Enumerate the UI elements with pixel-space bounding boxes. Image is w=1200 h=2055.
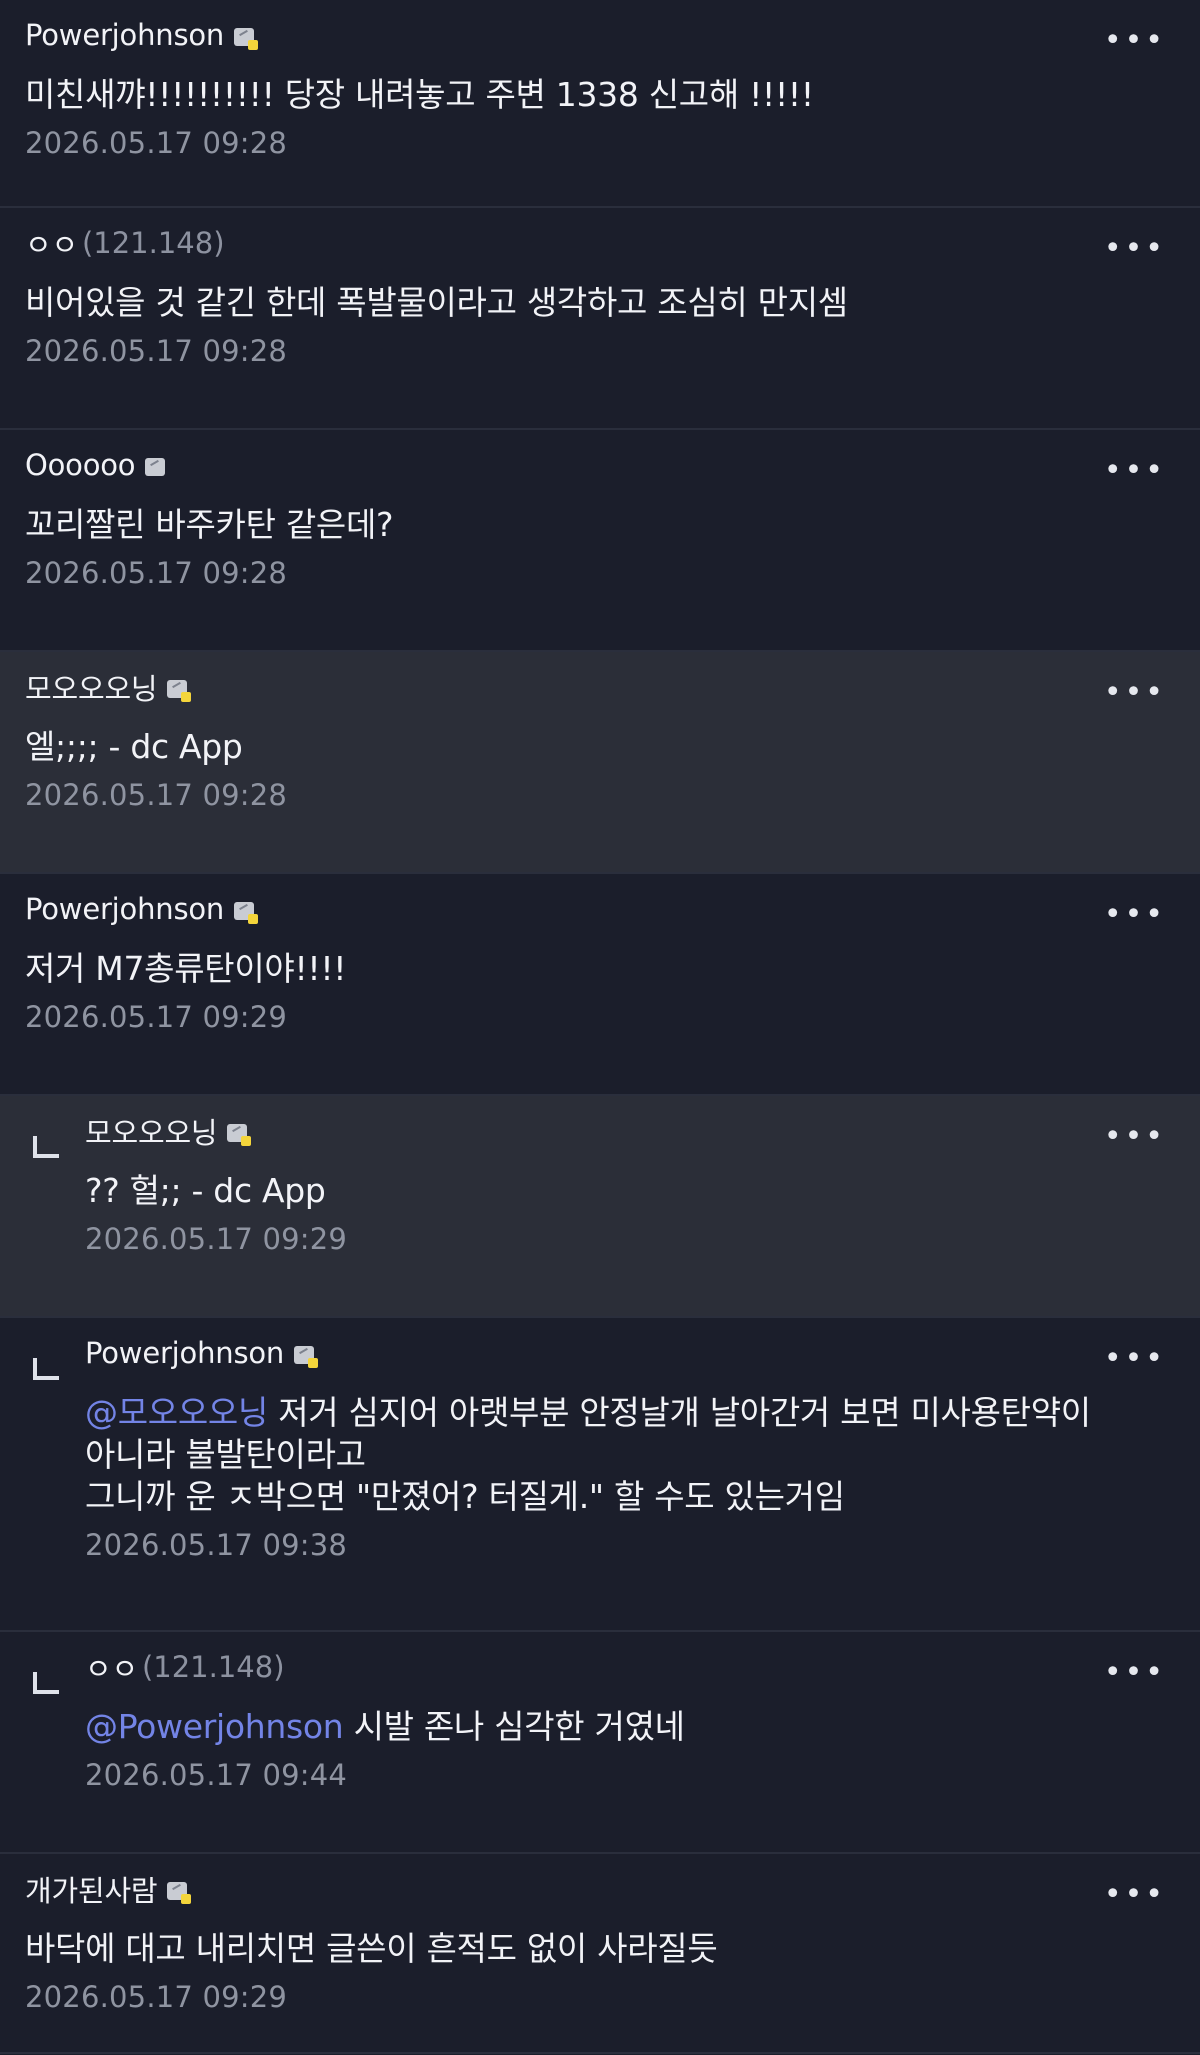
more-dots-icon[interactable]: ••• xyxy=(1104,456,1166,486)
comment-header: Oooooo xyxy=(25,444,1174,486)
nickname[interactable]: 모오오오닝 xyxy=(25,666,158,708)
comment-text: @모오오오닝 저거 심지어 아랫부분 안정날개 날아간거 보면 미사용탄약이 아… xyxy=(85,1392,1174,1518)
timestamp: 2026.05.17 09:29 xyxy=(25,1980,288,2014)
comment: Powerjohnson ••• 미친새꺄!!!!!!!!!! 당장 내려놓고 주변… xyxy=(0,0,1200,208)
gallog-icon-gold[interactable] xyxy=(167,1882,192,1904)
comment: Powerjohnson ••• 저거 M7총류탄이야!!!! 2026.05.17 … xyxy=(0,874,1200,1096)
gallog-icon-gold[interactable] xyxy=(167,680,192,702)
gallog-icon-gold[interactable] xyxy=(234,902,259,924)
comment: 개가된사람 ••• 바닥에 대고 내리치면 글쓴이 흔적도 없이 사라질듯 2026.… xyxy=(0,1854,1200,2054)
timestamp: 2026.05.17 09:28 xyxy=(25,778,288,812)
gallog-icon-gold[interactable] xyxy=(227,1124,252,1146)
timestamp: 2026.05.17 09:28 xyxy=(25,556,288,590)
reply-comment: ㅇㅇ (121.148) ••• @Powerjohnson 시발 존나 심각한 거였… xyxy=(0,1632,1200,1854)
timestamp: 2026.05.17 09:29 xyxy=(25,1000,288,1034)
timestamp: 2026.05.17 09:29 xyxy=(85,1222,348,1256)
reply-comment: 모오오오닝 ••• ?? 헐;; - dc App 2026.05.17 09:29 xyxy=(0,1096,1200,1318)
comment-text: @Powerjohnson 시발 존나 심각한 거였네 xyxy=(85,1706,1174,1748)
mention-link[interactable]: @Powerjohnson xyxy=(85,1707,344,1746)
gallog-icon-gold[interactable] xyxy=(294,1346,319,1368)
comment-header: Powerjohnson xyxy=(85,1332,1174,1374)
reply-comment: Powerjohnson ••• @모오오오닝 저거 심지어 아랫부분 안정날개 날… xyxy=(0,1318,1200,1632)
more-dots-icon[interactable]: ••• xyxy=(1104,1658,1166,1688)
comment-header: Powerjohnson xyxy=(25,14,1174,56)
nickname[interactable]: 모오오오닝 xyxy=(85,1110,218,1152)
more-dots-icon[interactable]: ••• xyxy=(1104,678,1166,708)
reply-arrow-icon xyxy=(33,1136,59,1158)
comment-text: 비어있을 것 같긴 한데 폭발물이라고 생각하고 조심히 만지셈 xyxy=(25,283,848,322)
ip-address: (121.148) xyxy=(81,226,225,260)
nickname[interactable]: ㅇㅇ xyxy=(25,222,78,264)
more-dots-icon[interactable]: ••• xyxy=(1104,1880,1166,1910)
nickname[interactable]: Oooooo xyxy=(25,448,136,482)
comment: ㅇㅇ (121.148) ••• 비어있을 것 같긴 한데 폭발물이라고 생각하고 조… xyxy=(0,208,1200,430)
nickname[interactable]: Powerjohnson xyxy=(85,1336,284,1370)
comment-header: 모오오오닝 xyxy=(85,1110,1174,1152)
comment-header: 모오오오닝 xyxy=(25,666,1174,708)
nickname[interactable]: 개가된사람 xyxy=(25,1868,158,1910)
timestamp: 2026.05.17 09:28 xyxy=(25,126,288,160)
comment-header: ㅇㅇ (121.148) xyxy=(85,1646,1174,1688)
more-dots-icon[interactable]: ••• xyxy=(1104,234,1166,264)
comment-text: 미친새꺄!!!!!!!!!! 당장 내려놓고 주변 1338 신고해 !!!!! xyxy=(25,75,814,114)
comment-list: Powerjohnson ••• 미친새꺄!!!!!!!!!! 당장 내려놓고 주변… xyxy=(0,0,1200,2054)
reply-arrow-icon xyxy=(33,1672,59,1694)
ip-address: (121.148) xyxy=(141,1650,285,1684)
more-dots-icon[interactable]: ••• xyxy=(1104,26,1166,56)
comment-header: Powerjohnson xyxy=(25,888,1174,930)
comment-text-content: 시발 존나 심각한 거였네 xyxy=(343,1707,685,1746)
timestamp: 2026.05.17 09:28 xyxy=(25,334,288,368)
comment-text: 꼬리짤린 바주카탄 같은데? xyxy=(25,505,394,544)
nickname[interactable]: Powerjohnson xyxy=(25,18,224,52)
comment-text: 저거 M7총류탄이야!!!! xyxy=(25,949,347,988)
timestamp: 2026.05.17 09:38 xyxy=(85,1528,348,1562)
comment-text: 바닥에 대고 내리치면 글쓴이 흔적도 없이 사라질듯 xyxy=(25,1929,718,1968)
comment-text: 엘;;;; - dc App xyxy=(25,727,243,766)
nickname[interactable]: ㅇㅇ xyxy=(85,1646,138,1688)
comment: Oooooo ••• 꼬리짤린 바주카탄 같은데? 2026.05.17 09:28 xyxy=(0,430,1200,652)
mention-link[interactable]: @모오오오닝 xyxy=(85,1393,268,1432)
comment-header: 개가된사람 xyxy=(25,1868,1174,1910)
more-dots-icon[interactable]: ••• xyxy=(1104,900,1166,930)
more-dots-icon[interactable]: ••• xyxy=(1104,1344,1166,1374)
nickname[interactable]: Powerjohnson xyxy=(25,892,224,926)
timestamp: 2026.05.17 09:44 xyxy=(85,1758,348,1792)
more-dots-icon[interactable]: ••• xyxy=(1104,1122,1166,1152)
gallog-icon[interactable] xyxy=(145,458,166,476)
comment-header: ㅇㅇ (121.148) xyxy=(25,222,1174,264)
reply-arrow-icon xyxy=(33,1358,59,1380)
gallog-icon-gold[interactable] xyxy=(234,28,259,50)
comment-text: ?? 헐;; - dc App xyxy=(85,1171,326,1210)
comment: 모오오오닝 ••• 엘;;;; - dc App 2026.05.17 09:28 xyxy=(0,652,1200,874)
